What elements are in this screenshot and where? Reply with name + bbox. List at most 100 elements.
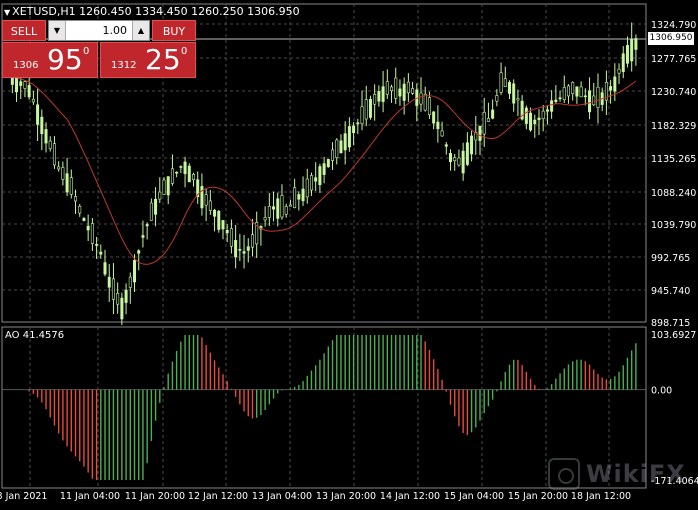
candle-body xyxy=(44,129,48,144)
candle-body xyxy=(208,200,212,211)
candle-body xyxy=(596,86,600,108)
symbol-title: ▼ XETUSD,H1 1260.450 1334.450 1260.250 13… xyxy=(4,5,300,18)
candle-body xyxy=(145,224,149,227)
candle-body xyxy=(95,244,99,246)
candle-body xyxy=(554,99,558,102)
candle-body xyxy=(99,251,103,255)
candle-body xyxy=(52,143,56,166)
time-tick-label: 8 Jan 2021 xyxy=(0,491,47,502)
candle-body xyxy=(541,110,545,119)
time-tick-label: 18 Jan 12:00 xyxy=(571,491,631,502)
candle-body xyxy=(65,173,69,193)
candle-body xyxy=(427,97,431,116)
candle-body xyxy=(390,86,394,92)
candle-body xyxy=(272,206,276,210)
candle-body xyxy=(288,204,292,207)
candle-body xyxy=(583,95,587,98)
watermark: WikiFX xyxy=(548,458,688,492)
one-click-trading-panel: SELL ▼ ▲ BUY 1306 95 0 1312 25 0 xyxy=(2,20,196,78)
candle-body xyxy=(213,209,217,217)
candle-body xyxy=(364,99,368,120)
candle-body xyxy=(562,87,566,100)
candle-body xyxy=(225,229,229,234)
candle-body xyxy=(200,186,204,209)
candle-body xyxy=(170,168,174,184)
price-tick-label: 1088.240 xyxy=(651,188,696,199)
candle-body xyxy=(503,78,507,87)
candle-body xyxy=(297,194,301,200)
sell-price-sup: 0 xyxy=(83,46,90,57)
candle-body xyxy=(533,119,537,125)
candle-body xyxy=(377,91,381,102)
candle-body xyxy=(137,250,141,254)
candle-body xyxy=(128,276,132,288)
sell-price-button[interactable]: 1306 95 0 xyxy=(2,42,98,78)
candle-body xyxy=(411,88,415,94)
collapse-triangle-icon[interactable]: ▼ xyxy=(4,8,10,17)
buy-price-button[interactable]: 1312 25 0 xyxy=(100,42,196,78)
candle-body xyxy=(246,246,250,251)
candle-body xyxy=(31,98,35,103)
candle-body xyxy=(499,72,503,93)
candle-body xyxy=(558,97,562,100)
candle-body xyxy=(579,86,583,98)
candle-body xyxy=(465,142,469,165)
buy-price-sup: 0 xyxy=(181,46,188,57)
price-tick-label: 1277.765 xyxy=(651,54,696,65)
lot-size-input[interactable] xyxy=(67,21,131,40)
price-tick-label: 898.715 xyxy=(651,318,690,329)
candle-body xyxy=(507,82,511,94)
time-tick-label: 12 Jan 12:00 xyxy=(188,491,248,502)
candle-body xyxy=(293,187,297,208)
lot-increase-icon[interactable]: ▲ xyxy=(132,21,149,40)
candle-body xyxy=(124,289,128,303)
candle-body xyxy=(335,139,339,158)
sell-button[interactable]: SELL xyxy=(2,20,46,41)
candle-body xyxy=(191,173,195,181)
candle-body xyxy=(373,94,377,105)
candle-body xyxy=(120,297,124,320)
candle-body xyxy=(617,68,621,74)
wikifx-logo-icon xyxy=(548,458,580,490)
indicator-label: AO 41.4576 xyxy=(5,330,65,341)
buy-button[interactable]: BUY xyxy=(152,20,196,41)
candle-body xyxy=(162,179,166,195)
sell-price-big: 95 xyxy=(47,43,83,76)
candle-body xyxy=(267,206,271,218)
candle-body xyxy=(347,126,351,148)
candle-body xyxy=(491,109,495,119)
sell-price-small: 1306 xyxy=(13,60,39,71)
candle-body xyxy=(352,125,356,134)
candle-body xyxy=(154,198,158,215)
candle-body xyxy=(116,293,120,305)
candle-body xyxy=(478,125,482,141)
candle-body xyxy=(339,140,343,154)
candle-body xyxy=(103,262,107,275)
candle-body xyxy=(263,217,267,221)
price-tick-label: 945.740 xyxy=(651,286,690,297)
candle-body xyxy=(630,38,634,62)
candle-body xyxy=(242,251,246,254)
time-tick-label: 13 Jan 20:00 xyxy=(316,491,376,502)
lot-decrease-icon[interactable]: ▼ xyxy=(49,21,66,40)
price-tick-label: 1230.740 xyxy=(651,87,696,98)
candle-body xyxy=(69,177,73,195)
candle-body xyxy=(301,188,305,202)
price-tick-label: 1135.265 xyxy=(651,154,696,165)
candle-body xyxy=(90,223,94,244)
candle-body xyxy=(175,171,179,174)
time-tick-label: 15 Jan 20:00 xyxy=(508,491,568,502)
candle-body xyxy=(217,210,221,230)
price-tick-label: 992.765 xyxy=(651,253,690,264)
candle-body xyxy=(23,81,27,89)
candle-body xyxy=(36,104,40,125)
candle-body xyxy=(360,106,364,124)
buy-price-small: 1312 xyxy=(111,60,137,71)
candle-body xyxy=(592,95,596,106)
candle-body xyxy=(183,161,187,175)
ao-tick-label: 0.00 xyxy=(651,386,672,397)
candle-body xyxy=(571,82,575,94)
candle-body xyxy=(158,191,162,200)
candle-body xyxy=(512,83,516,104)
buy-price-big: 25 xyxy=(145,43,181,76)
